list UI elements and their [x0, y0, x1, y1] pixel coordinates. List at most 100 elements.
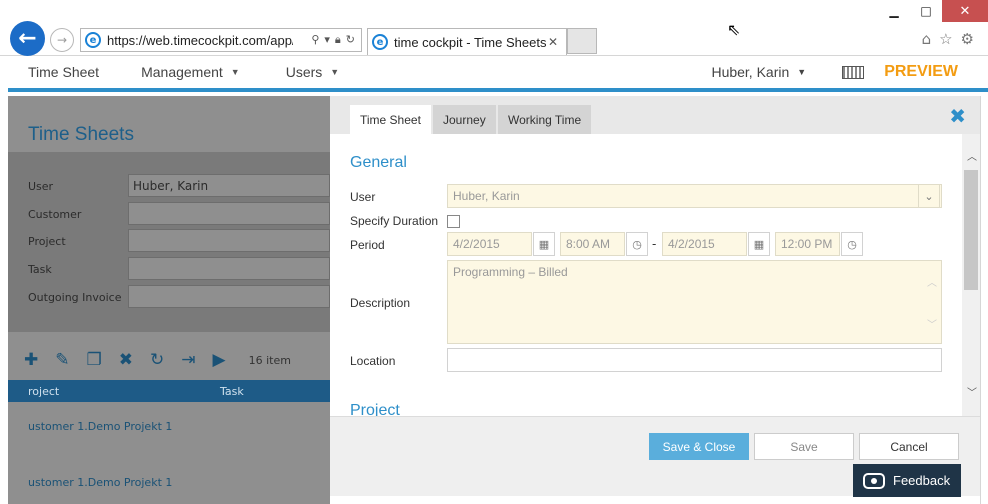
- dialog-scrollbar[interactable]: ︿ ﹀: [962, 134, 980, 416]
- scroll-down-icon[interactable]: ﹀: [967, 384, 977, 399]
- app-navbar: Time Sheet Management ▼ Users ▼ Huber, Kar…: [8, 56, 988, 92]
- forward-button[interactable]: →: [50, 28, 74, 52]
- nav-user-menu[interactable]: Huber, Karin ▼: [711, 64, 806, 80]
- user-label: User: [350, 190, 376, 204]
- filter-label-user: User: [28, 180, 54, 193]
- nav-user-name: Huber, Karin: [711, 64, 790, 80]
- feedback-button[interactable]: Feedback: [853, 464, 961, 497]
- tab-journey[interactable]: Journey: [433, 105, 496, 134]
- clock-icon[interactable]: ◷: [626, 232, 648, 256]
- new-tab-button[interactable]: [567, 28, 597, 54]
- clock-icon[interactable]: ◷: [841, 232, 863, 256]
- nav-time-sheet[interactable]: Time Sheet: [28, 64, 99, 80]
- calendar-icon[interactable]: ▦: [748, 232, 770, 256]
- chevron-down-icon[interactable]: ⌄: [918, 184, 940, 208]
- add-icon[interactable]: ✚: [24, 350, 38, 370]
- browser-toolbar-icons: ⌂ ☆ ⚙: [922, 30, 974, 48]
- filter-input-task[interactable]: [128, 257, 330, 280]
- grid-header-task[interactable]: Task: [220, 385, 244, 398]
- ie-tab-icon: e: [372, 34, 388, 50]
- search-icon[interactable]: ⚲: [311, 33, 319, 47]
- save-close-button[interactable]: Save & Close: [649, 433, 749, 460]
- filter-input-user[interactable]: Huber, Karin: [128, 174, 330, 197]
- user-select[interactable]: Huber, Karin: [447, 184, 942, 208]
- lock-icon[interactable]: 🔒︎: [335, 33, 341, 47]
- nav-users[interactable]: Users ▼: [286, 64, 339, 80]
- keyboard-icon[interactable]: [842, 65, 865, 79]
- tab-title: time cockpit - Time Sheets: [394, 34, 547, 50]
- maximize-icon[interactable]: □: [910, 0, 942, 22]
- indent-icon[interactable]: ⇥: [181, 350, 195, 370]
- items-count: 16 item: [248, 353, 291, 367]
- refresh-icon[interactable]: ↻: [150, 350, 164, 370]
- play-icon[interactable]: ▶: [213, 350, 226, 370]
- scroll-up-icon[interactable]: ︿: [967, 148, 977, 163]
- table-row[interactable]: ustomer 1.Demo Projekt 1: [28, 476, 172, 489]
- filter-panel: User Huber, Karin Customer Project Task …: [8, 152, 330, 332]
- end-date-input[interactable]: 4/2/2015: [662, 232, 747, 256]
- copy-icon[interactable]: ❐: [87, 350, 102, 370]
- edit-pencil-icon[interactable]: ✎: [55, 350, 69, 370]
- start-date-input[interactable]: 4/2/2015: [447, 232, 532, 256]
- address-tools: ⚲ ▾ 🔒︎ ↻: [311, 33, 361, 47]
- textarea-scroll-down-icon[interactable]: ﹀: [927, 316, 937, 331]
- nav-users-label: Users: [285, 64, 323, 80]
- save-button[interactable]: Save: [754, 433, 854, 460]
- caret-down-icon: ▼: [797, 67, 807, 77]
- settings-gear-icon[interactable]: ⚙: [961, 30, 974, 48]
- close-window-icon[interactable]: ✕: [942, 0, 988, 22]
- section-general-title: General: [350, 154, 407, 171]
- filter-label-customer: Customer: [28, 208, 82, 221]
- specify-duration-checkbox[interactable]: [447, 215, 460, 228]
- tab-working-time[interactable]: Working Time: [498, 105, 592, 134]
- location-input[interactable]: [447, 348, 942, 372]
- table-row[interactable]: ustomer 1.Demo Projekt 1: [28, 420, 172, 433]
- end-time-input[interactable]: 12:00 PM: [775, 232, 840, 256]
- tab-time-sheet[interactable]: Time Sheet: [350, 105, 431, 134]
- filter-input-customer[interactable]: [128, 202, 330, 225]
- left-frame: [0, 56, 8, 504]
- filter-input-invoice[interactable]: [128, 285, 330, 308]
- section-project-title: Project: [350, 402, 400, 416]
- refresh-icon[interactable]: ↻: [346, 33, 355, 47]
- nav-management[interactable]: Management ▼: [141, 64, 240, 80]
- dropdown-icon[interactable]: ▾: [324, 33, 330, 47]
- right-frame: [980, 96, 988, 504]
- address-bar[interactable]: e https://web.timecockpit.com/app/l ⚲ ▾ …: [80, 28, 362, 52]
- cancel-button[interactable]: Cancel: [859, 433, 959, 460]
- scrollbar-thumb[interactable]: [964, 170, 978, 290]
- specify-duration-label: Specify Duration: [350, 214, 439, 228]
- location-label: Location: [350, 354, 396, 368]
- tab-close-icon[interactable]: ✕: [548, 35, 558, 49]
- browser-chrome: ▁ □ ✕ ← → e https://web.timecockpit.com/…: [0, 0, 988, 56]
- minimize-icon[interactable]: ▁: [878, 0, 910, 22]
- delete-icon[interactable]: ✖: [119, 350, 133, 370]
- filter-label-project: Project: [28, 235, 66, 248]
- nav-time-sheet-label: Time Sheet: [28, 64, 100, 80]
- textarea-scroll-up-icon[interactable]: ︿: [927, 274, 937, 289]
- nav-management-label: Management: [141, 64, 223, 80]
- mouse-cursor-icon: ⇖: [727, 20, 741, 39]
- filter-input-project[interactable]: [128, 229, 330, 252]
- description-label: Description: [350, 296, 411, 310]
- browser-tab-active[interactable]: e time cockpit - Time Sheets ✕: [367, 28, 567, 55]
- time-sheet-dialog: Time Sheet Journey Working Time ✖ Genera…: [330, 96, 980, 496]
- address-url[interactable]: https://web.timecockpit.com/app/l: [107, 33, 293, 48]
- preview-label: PREVIEW: [884, 63, 958, 80]
- home-icon[interactable]: ⌂: [922, 30, 932, 48]
- grid-header-project[interactable]: roject: [28, 385, 59, 398]
- period-separator: -: [652, 237, 657, 251]
- start-time-input[interactable]: 8:00 AM: [560, 232, 625, 256]
- caret-down-icon: ▼: [330, 67, 340, 77]
- filter-label-invoice: Outgoing Invoice: [28, 291, 122, 304]
- dialog-tab-bar: Time Sheet Journey Working Time ✖: [330, 96, 980, 134]
- period-label: Period: [350, 238, 385, 252]
- grid-toolbar: ✚ ✎ ❐ ✖ ↻ ⇥ ▶ 16 item: [24, 350, 291, 370]
- back-button[interactable]: ←: [10, 21, 45, 56]
- calendar-icon[interactable]: ▦: [533, 232, 555, 256]
- favorites-star-icon[interactable]: ☆: [939, 30, 952, 48]
- feedback-label: Feedback: [893, 473, 951, 488]
- dialog-close-icon[interactable]: ✖: [949, 104, 966, 128]
- dialog-body: General User Huber, Karin ⌄ Specify Dura…: [330, 134, 980, 416]
- description-textarea[interactable]: Programming – Billed: [447, 260, 942, 344]
